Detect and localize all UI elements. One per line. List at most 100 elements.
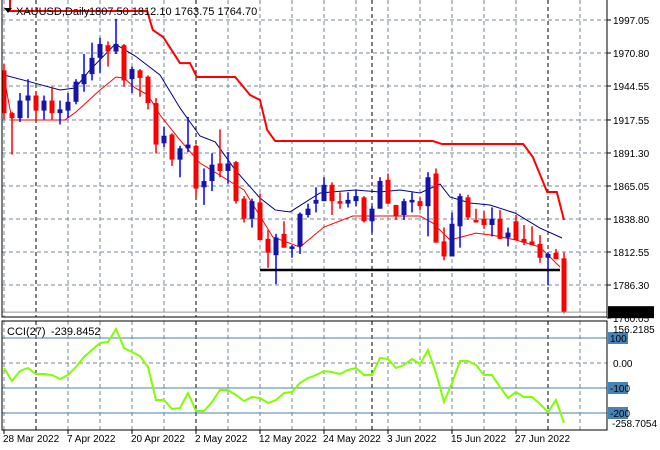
candle-body <box>329 184 335 202</box>
date-label: 3 Jun 2022 <box>387 434 437 445</box>
ohlc-label: 1807.50 1812.10 1763.75 1764.70 <box>89 6 257 18</box>
candle <box>417 197 423 210</box>
candle <box>529 226 535 246</box>
candle-body <box>489 218 495 226</box>
candle <box>497 209 503 239</box>
candle-body <box>233 162 239 202</box>
candle-body <box>241 198 247 219</box>
cci-max-label: 156.2185 <box>613 325 655 336</box>
candle-body <box>73 81 79 102</box>
candle <box>241 196 247 223</box>
chart-canvas[interactable]: 1997.05 1970.80 1944.55 1917.55 1891.30 1865.… <box>0 0 660 450</box>
candle <box>113 18 119 55</box>
date-label: 15 Jun 2022 <box>451 434 506 445</box>
candle-body <box>185 144 191 149</box>
candle-body <box>417 201 423 207</box>
candle <box>321 177 327 202</box>
candle-body <box>393 204 399 217</box>
stop-line <box>9 0 565 221</box>
candle <box>481 211 487 229</box>
candle-body <box>249 201 255 219</box>
price-tick-label: 1838.80 <box>613 215 650 226</box>
candle <box>153 98 159 154</box>
current-price-label: 1764.70 <box>612 308 649 319</box>
candle-body <box>89 57 95 75</box>
price-tick-label: 1944.55 <box>613 82 650 93</box>
candle-body <box>177 148 183 160</box>
symbol-legend: XAUUSD,Daily 1807.50 1812.10 1763.75 176… <box>4 6 257 18</box>
candle-body <box>129 69 135 80</box>
candle-body <box>553 252 559 259</box>
price-tick-label: 1812.55 <box>613 248 650 259</box>
candle-body <box>409 199 415 203</box>
candle <box>505 227 511 247</box>
candle-body <box>337 201 343 204</box>
candle <box>177 145 183 178</box>
candle-body <box>361 197 367 222</box>
candle <box>289 245 295 258</box>
candle-body <box>33 95 39 111</box>
date-label: 2 May 2022 <box>195 434 248 445</box>
candle-body <box>281 233 287 248</box>
candle-body <box>505 232 511 238</box>
candle-body <box>217 163 223 171</box>
price-tick-label: 1917.55 <box>613 116 650 127</box>
candle-body <box>321 184 327 202</box>
candle <box>377 177 383 209</box>
candle-body <box>529 241 535 246</box>
candle <box>41 95 47 120</box>
candle-body <box>441 241 447 257</box>
candle <box>281 221 287 248</box>
candle-body <box>305 208 311 215</box>
candle <box>129 66 135 93</box>
candle <box>313 187 319 213</box>
date-label: 20 Apr 2022 <box>131 434 185 445</box>
candle <box>361 196 367 223</box>
candle <box>329 182 335 215</box>
candle-body <box>193 145 199 189</box>
candle <box>121 43 127 87</box>
candle <box>105 41 111 67</box>
candle <box>433 168 439 243</box>
candle-body <box>9 113 15 119</box>
candle <box>465 194 471 221</box>
candle-body <box>297 213 303 247</box>
candle <box>97 37 103 73</box>
candle <box>89 42 95 81</box>
candle <box>561 252 567 314</box>
candle-body <box>289 246 295 249</box>
candle <box>385 173 391 204</box>
candle-body <box>385 179 391 204</box>
candle-body <box>81 74 87 85</box>
candle-body <box>137 70 143 78</box>
candle <box>233 160 239 204</box>
candle-body <box>537 243 543 258</box>
candle-body <box>425 177 431 207</box>
candle <box>337 192 343 209</box>
candle <box>457 193 463 248</box>
price-tick-label: 1891.30 <box>613 149 650 160</box>
candle-body <box>481 218 487 226</box>
candle-body <box>265 238 271 253</box>
price-tick-label: 1786.30 <box>613 281 650 292</box>
candle <box>73 79 79 105</box>
candle <box>393 204 399 221</box>
candle <box>297 212 303 254</box>
candle <box>537 235 543 263</box>
candle <box>265 230 271 268</box>
symbol-label: XAUUSD,Daily <box>16 6 90 18</box>
candle-body <box>513 221 519 241</box>
candle-body <box>57 109 63 114</box>
candle-body <box>273 237 279 256</box>
candle <box>401 198 407 221</box>
candle-body <box>49 100 55 114</box>
candle <box>305 203 311 218</box>
candle <box>169 133 175 166</box>
cci-level-label: -100 <box>610 384 630 395</box>
candle-body <box>433 173 439 243</box>
candle-body <box>345 199 351 204</box>
candle <box>345 192 351 208</box>
candle <box>33 91 39 120</box>
candle-body <box>161 135 167 144</box>
candle-body <box>169 134 175 160</box>
